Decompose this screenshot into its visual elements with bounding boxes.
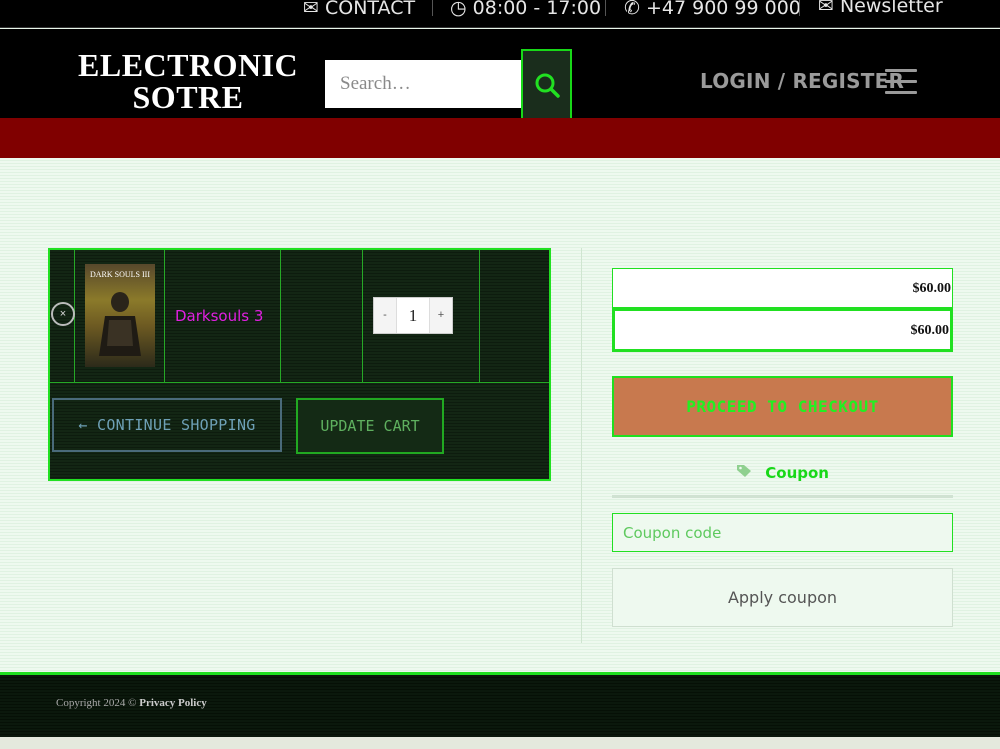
cart-page: × DARK SOULS III Darksouls 3 - 1 + ← CON… bbox=[0, 158, 1000, 672]
top-bar: ✉ CONTACT ◷ 08:00 - 17:00 ✆ +47 900 99 0… bbox=[0, 0, 1000, 28]
product-thumbnail[interactable]: DARK SOULS III bbox=[85, 264, 155, 367]
contact-link[interactable]: ✉ CONTACT bbox=[303, 0, 415, 19]
clock-icon: ◷ bbox=[450, 0, 467, 19]
tag-icon bbox=[736, 464, 752, 482]
update-cart-button[interactable]: UPDATE CART bbox=[296, 398, 444, 454]
cell-divider bbox=[164, 250, 165, 382]
logo-line-1: ELECTRONIC bbox=[78, 47, 299, 83]
phone-icon: ✆ bbox=[624, 0, 640, 19]
red-banner bbox=[0, 118, 1000, 158]
newsletter-link[interactable]: ✉ Newsletter bbox=[818, 0, 943, 17]
coupon-code-input[interactable] bbox=[612, 513, 953, 552]
coupon-heading: Coupon bbox=[612, 464, 953, 482]
apply-coupon-button[interactable]: Apply coupon bbox=[612, 568, 953, 627]
mail-icon: ✉ bbox=[818, 0, 834, 17]
mail-icon: ✉ bbox=[303, 0, 319, 19]
page-bottom bbox=[0, 737, 1000, 749]
cell-divider bbox=[362, 250, 363, 382]
privacy-policy-link[interactable]: Privacy Policy bbox=[139, 697, 207, 709]
subtotal-row: $60.00 bbox=[612, 268, 953, 308]
total-amount: $60.00 bbox=[910, 323, 950, 338]
search-input[interactable] bbox=[325, 60, 522, 108]
coupon-divider bbox=[612, 495, 953, 498]
remove-item-button[interactable]: × bbox=[51, 302, 75, 326]
hamburger-menu-icon[interactable] bbox=[885, 69, 917, 95]
site-logo[interactable]: ELECTRONIC SOTRE bbox=[78, 49, 298, 113]
search-icon bbox=[535, 73, 560, 98]
cart-table: × DARK SOULS III Darksouls 3 - 1 + ← CON… bbox=[48, 248, 551, 481]
proceed-to-checkout-button[interactable]: PROCEED TO CHECKOUT bbox=[612, 376, 953, 437]
total-row: $60.00 bbox=[612, 308, 953, 352]
contact-label: CONTACT bbox=[324, 0, 416, 19]
hours-label: 08:00 - 17:00 bbox=[472, 0, 602, 19]
row-divider bbox=[50, 382, 549, 383]
phone-label: +47 900 99 000 bbox=[645, 0, 801, 19]
quantity-stepper: - 1 + bbox=[373, 297, 453, 334]
copyright-label: Copyright 2024 © bbox=[56, 697, 137, 709]
cell-divider bbox=[479, 250, 480, 382]
quantity-decrease-button[interactable]: - bbox=[374, 298, 396, 333]
coupon-title: Coupon bbox=[765, 464, 829, 482]
subtotal-amount: $60.00 bbox=[912, 281, 952, 296]
divider bbox=[799, 0, 800, 16]
logo-line-2: SOTRE bbox=[132, 79, 244, 115]
divider bbox=[605, 0, 606, 16]
quantity-increase-button[interactable]: + bbox=[430, 298, 452, 333]
phone-link[interactable]: ✆ +47 900 99 000 bbox=[624, 0, 801, 19]
knight-figure-icon bbox=[99, 292, 141, 356]
divider bbox=[432, 0, 433, 16]
header: ELECTRONIC SOTRE LOGIN / REGISTER bbox=[0, 29, 1000, 120]
column-divider bbox=[581, 248, 582, 643]
newsletter-label: Newsletter bbox=[839, 0, 943, 17]
footer: Copyright 2024 © Privacy Policy bbox=[0, 675, 1000, 737]
cell-divider bbox=[280, 250, 281, 382]
search-button[interactable] bbox=[521, 49, 572, 120]
product-name-link[interactable]: Darksouls 3 bbox=[175, 307, 263, 325]
continue-shopping-button[interactable]: ← CONTINUE SHOPPING bbox=[52, 398, 282, 452]
copyright-text: Copyright 2024 © Privacy Policy bbox=[56, 697, 207, 709]
login-register-link[interactable]: LOGIN / REGISTER bbox=[700, 69, 904, 93]
thumbnail-title: DARK SOULS III bbox=[90, 270, 150, 279]
quantity-input[interactable]: 1 bbox=[396, 298, 430, 333]
hours-item: ◷ 08:00 - 17:00 bbox=[450, 0, 601, 19]
